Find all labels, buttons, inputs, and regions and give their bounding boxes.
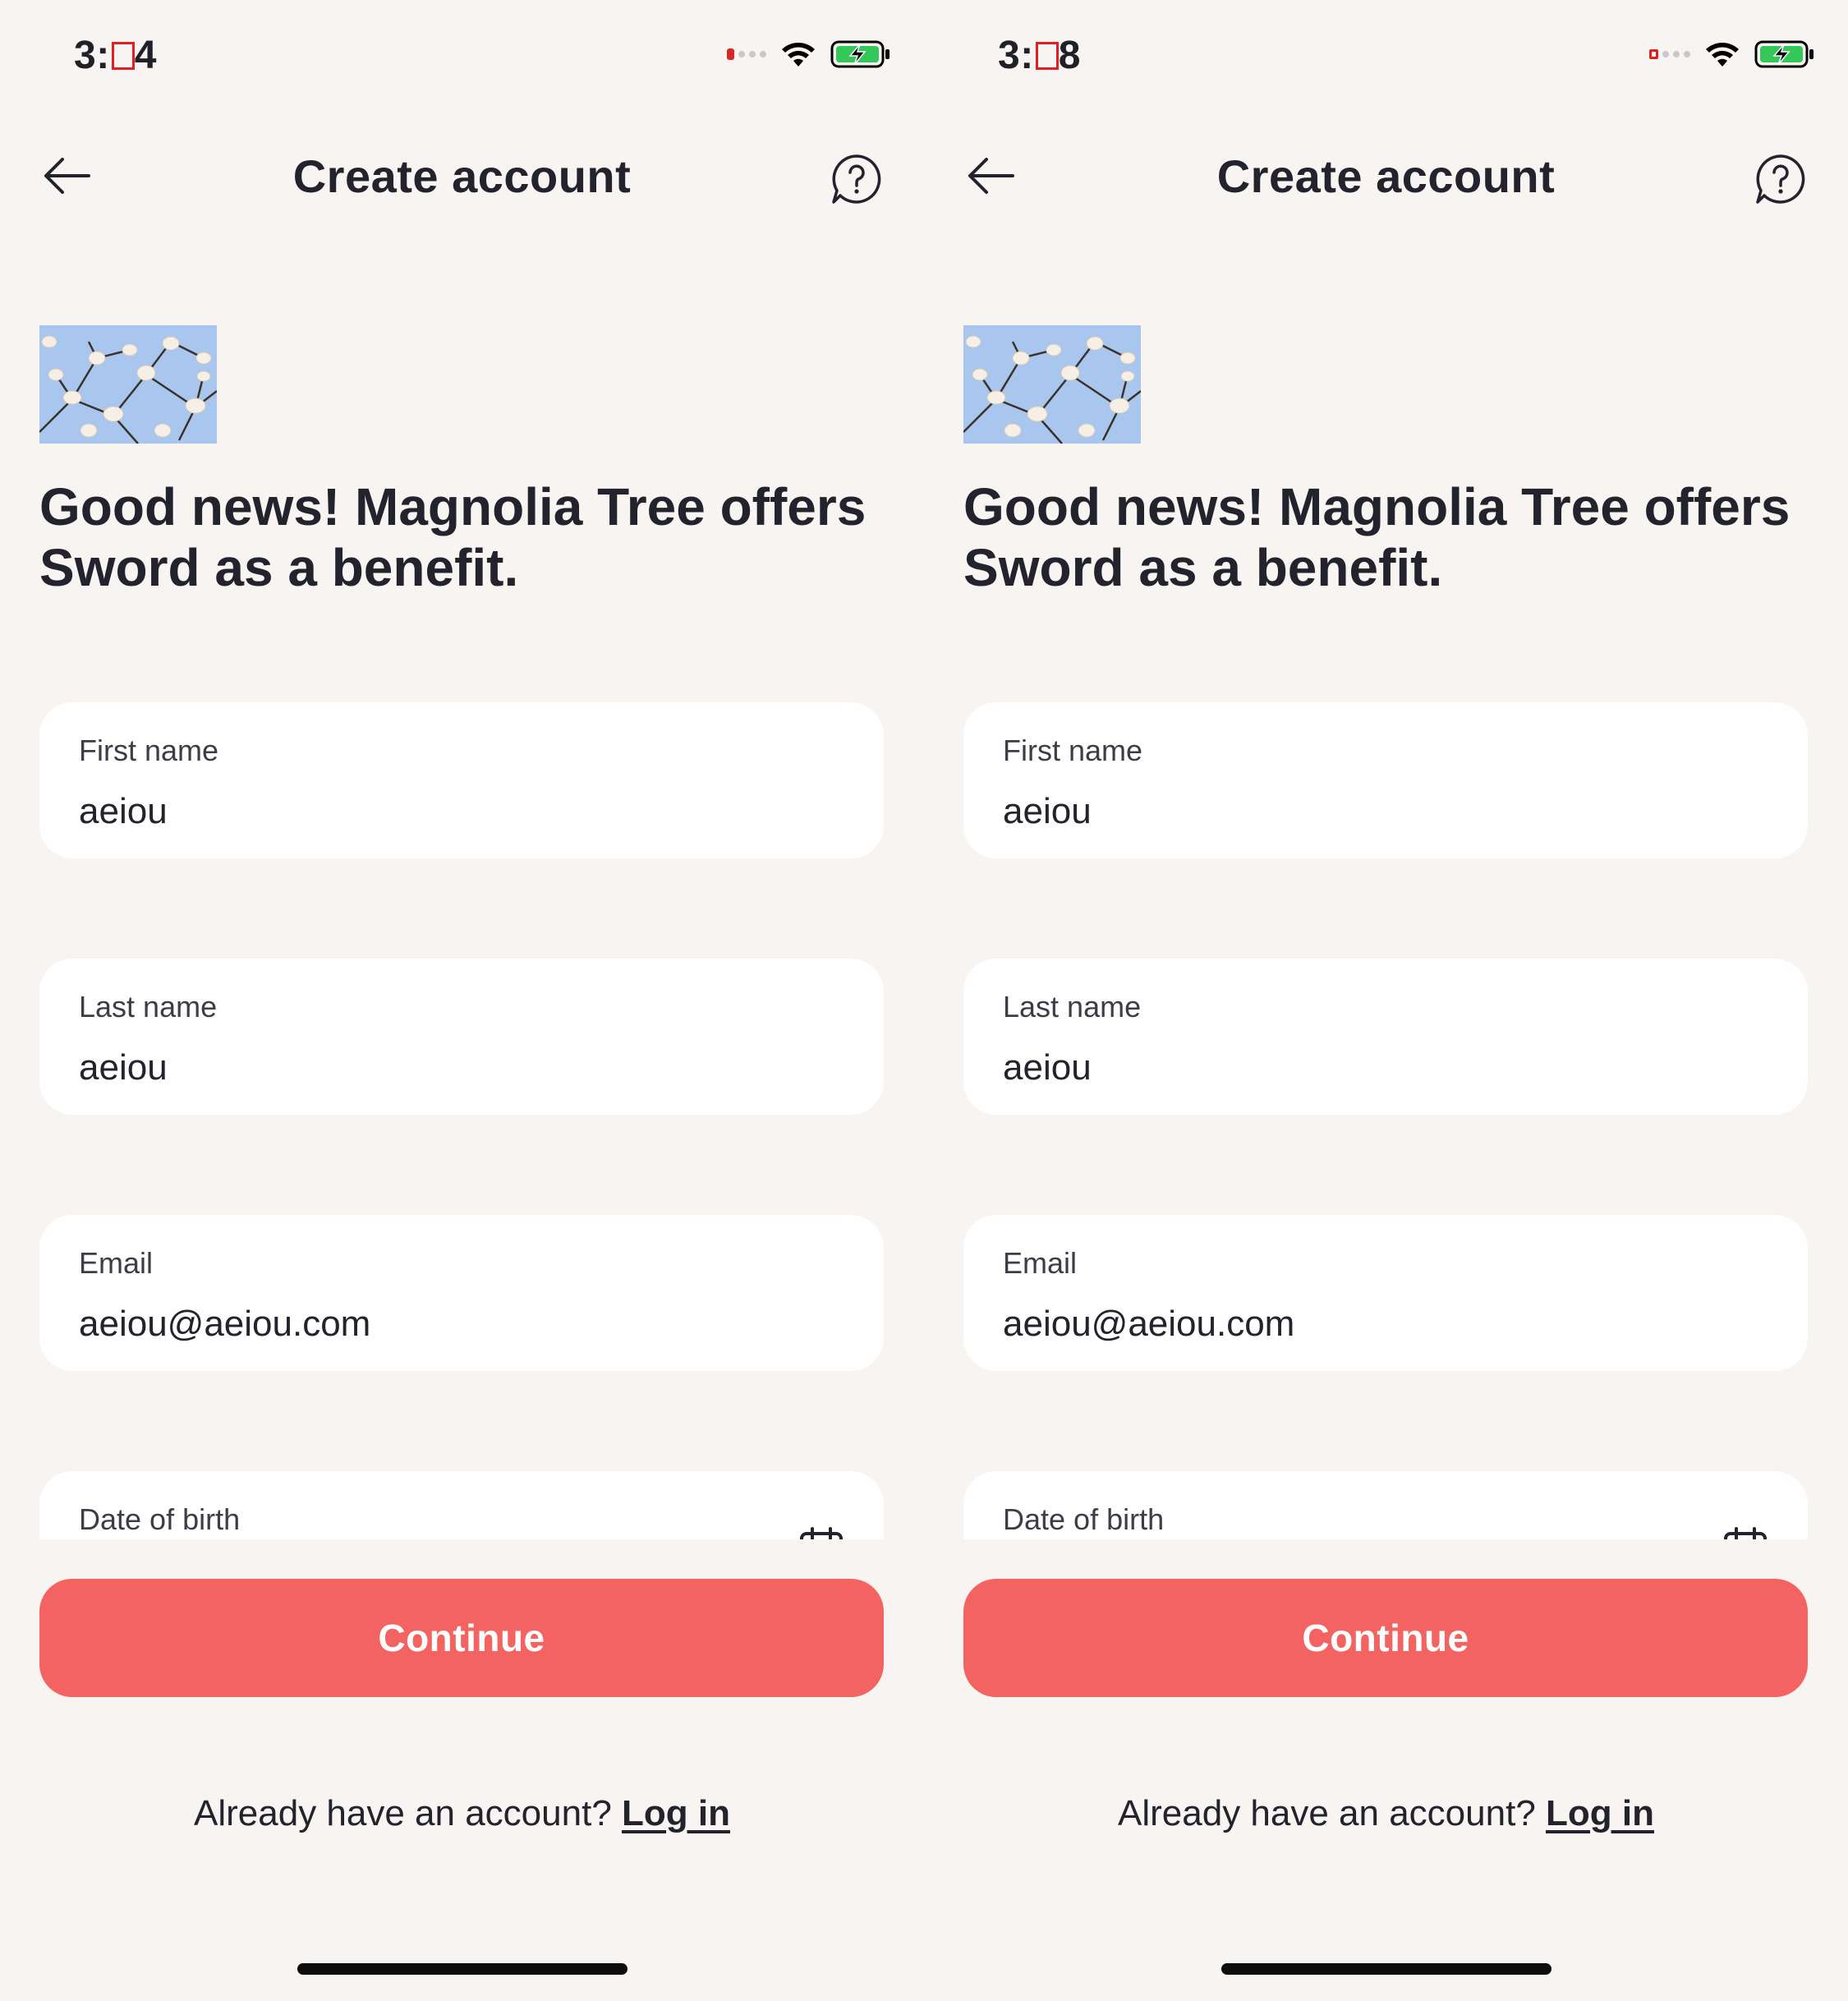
login-prompt-text: Already have an account? — [1118, 1793, 1536, 1833]
login-prompt-row: Already have an account? Log in — [924, 1793, 1848, 1834]
date-of-birth-field[interactable]: Date of birth — [39, 1471, 884, 1539]
email-label: Email — [1003, 1246, 1078, 1280]
date-of-birth-field[interactable]: Date of birth — [963, 1471, 1808, 1539]
last-name-label: Last name — [79, 990, 218, 1024]
calendar-icon[interactable] — [798, 1525, 844, 1539]
date-of-birth-label: Date of birth — [1003, 1502, 1165, 1536]
email-value[interactable]: aeiou@aeiou.com — [79, 1304, 370, 1345]
login-prompt-row: Already have an account? Log in — [0, 1793, 924, 1834]
scroll-clip: First name aeiou Last name aeiou Email a… — [924, 0, 1848, 1539]
login-link[interactable]: Log in — [1546, 1793, 1654, 1833]
first-name-value[interactable]: aeiou — [1003, 791, 1092, 832]
continue-button[interactable]: Continue — [39, 1579, 884, 1697]
scroll-clip: First name aeiou Last name aeiou Email a… — [0, 0, 924, 1539]
phone-screen-right: 3: 8 Create account Good news! Magnolia … — [924, 0, 1848, 2001]
continue-button[interactable]: Continue — [963, 1579, 1808, 1697]
date-of-birth-label: Date of birth — [79, 1502, 241, 1536]
login-link[interactable]: Log in — [622, 1793, 730, 1833]
comparison-stage: 3: 4 Create account Good news! Magnolia … — [0, 0, 1848, 2001]
last-name-value[interactable]: aeiou — [79, 1047, 168, 1088]
last-name-field[interactable]: Last name aeiou — [963, 959, 1808, 1115]
last-name-label: Last name — [1003, 990, 1142, 1024]
first-name-field[interactable]: First name aeiou — [39, 702, 884, 858]
email-field[interactable]: Email aeiou@aeiou.com — [963, 1215, 1808, 1371]
last-name-field[interactable]: Last name aeiou — [39, 959, 884, 1115]
email-field[interactable]: Email aeiou@aeiou.com — [39, 1215, 884, 1371]
phone-screen-left: 3: 4 Create account Good news! Magnolia … — [0, 0, 924, 2001]
first-name-label: First name — [79, 734, 219, 767]
first-name-value[interactable]: aeiou — [79, 791, 168, 832]
email-label: Email — [79, 1246, 154, 1280]
login-prompt-text: Already have an account? — [194, 1793, 612, 1833]
first-name-field[interactable]: First name aeiou — [963, 702, 1808, 858]
calendar-icon[interactable] — [1722, 1525, 1768, 1539]
first-name-label: First name — [1003, 734, 1143, 767]
home-indicator[interactable] — [1221, 1963, 1551, 1975]
home-indicator[interactable] — [297, 1963, 627, 1975]
last-name-value[interactable]: aeiou — [1003, 1047, 1092, 1088]
email-value[interactable]: aeiou@aeiou.com — [1003, 1304, 1294, 1345]
